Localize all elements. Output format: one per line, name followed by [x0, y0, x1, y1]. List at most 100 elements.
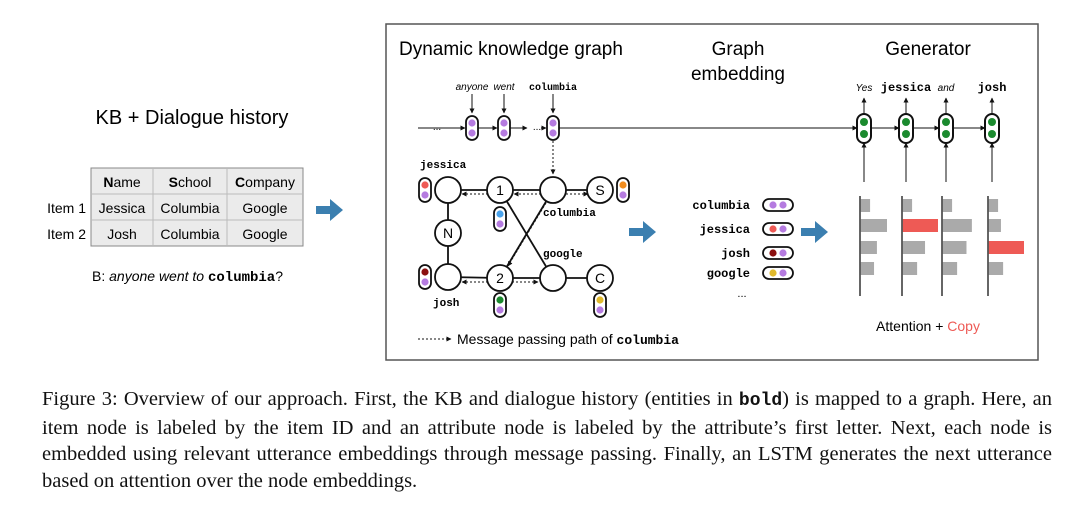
- embedding-dot: [496, 306, 504, 314]
- attention-bar: [860, 219, 887, 232]
- attention-bar: [942, 199, 953, 212]
- input-word: anyone: [456, 82, 489, 93]
- embedding-dot: [496, 220, 504, 228]
- embedding-dot: [769, 269, 777, 277]
- table-cell: Google: [242, 200, 287, 216]
- output-word: josh: [978, 81, 1007, 95]
- embedding-dot: [496, 210, 504, 218]
- embedding-dot: [468, 119, 476, 127]
- attention-bar: [860, 199, 871, 212]
- embedding-label: josh: [721, 247, 750, 261]
- embedding-pill: [762, 222, 794, 236]
- graph-node: [539, 176, 567, 204]
- embedding-label: google: [707, 267, 750, 281]
- utterance: B: anyone went to columbia?: [92, 268, 283, 286]
- label-jessica: jessica: [420, 160, 467, 172]
- embedding-label: columbia: [692, 199, 750, 213]
- attention-bar: [988, 262, 1004, 275]
- table-cell: Columbia: [160, 226, 219, 242]
- legend-text: Message passing path of columbia: [457, 331, 679, 348]
- embedding-dot: [779, 249, 787, 257]
- embedding-dot: [421, 191, 429, 199]
- embedding-dot: [549, 119, 557, 127]
- embedding-dot: [769, 201, 777, 209]
- embedding-label: jessica: [700, 223, 750, 237]
- graph-node: [434, 176, 462, 204]
- input-word: columbia: [529, 82, 577, 94]
- decoder-dot: [942, 118, 950, 126]
- label-josh: josh: [433, 298, 459, 310]
- ellipsis: ...: [533, 122, 541, 133]
- table-cell: Google: [242, 226, 287, 242]
- attention-bar: [942, 262, 958, 275]
- embedding-pill: [762, 266, 794, 280]
- embedding-dot: [496, 296, 504, 304]
- embedding-dot: [596, 296, 604, 304]
- attention-bar: [988, 199, 999, 212]
- embedding-dot: [769, 249, 777, 257]
- embedding-dot: [549, 129, 557, 137]
- title-embedding-2: embedding: [691, 64, 785, 85]
- blue-arrow-icon: [316, 199, 343, 221]
- output-word: Yes: [856, 83, 873, 94]
- row-label: Item 1: [47, 200, 86, 216]
- input-word: went: [493, 82, 515, 93]
- node-company: C: [595, 270, 605, 286]
- attention-bar: [902, 262, 918, 275]
- embedding-dot: [619, 181, 627, 189]
- kb-title: KB + Dialogue history: [96, 107, 289, 129]
- embedding-dot: [596, 306, 604, 314]
- decoder-dot: [942, 130, 950, 138]
- table-header: Company: [235, 174, 295, 190]
- embedding-dot: [779, 225, 787, 233]
- node-item-2: 2: [496, 270, 504, 286]
- attention-bar: [860, 262, 875, 275]
- embedding-dot: [421, 181, 429, 189]
- table-cell: Columbia: [160, 200, 219, 216]
- attention-bar: [942, 219, 972, 232]
- copy-bar: [902, 219, 938, 232]
- embedding-dot: [500, 119, 508, 127]
- blue-arrow-icon: [801, 221, 828, 243]
- node-name: N: [443, 225, 453, 241]
- attention-copy-label: Attention + Copy: [876, 318, 980, 334]
- output-word: and: [938, 83, 955, 94]
- attention-bar: [902, 199, 913, 212]
- graph-node: [539, 264, 567, 292]
- table-cell: Jessica: [99, 200, 146, 216]
- embedding-pill: [762, 246, 794, 260]
- blue-arrow-icon: [629, 221, 656, 243]
- table-header: School: [169, 174, 212, 190]
- attention-bar: [988, 219, 1001, 232]
- table-header: Name: [103, 174, 141, 190]
- attention-bar: [860, 241, 877, 254]
- title-graph: Dynamic knowledge graph: [399, 39, 623, 60]
- kb-table: Name School Company Item 1 Jessica Columbia Go…: [47, 167, 304, 247]
- output-word: jessica: [881, 81, 931, 95]
- decoder-dot: [988, 130, 996, 138]
- attention-bar: [902, 241, 926, 254]
- embedding-dot: [769, 225, 777, 233]
- node-item-1: 1: [496, 182, 504, 198]
- title-generator: Generator: [885, 39, 971, 60]
- title-embedding-1: Graph: [712, 39, 765, 60]
- graph-node: [434, 263, 462, 291]
- figure-caption: Figure 3: Overview of our approach. Firs…: [42, 388, 1052, 492]
- decoder-dot: [988, 118, 996, 126]
- decoder-dot: [902, 118, 910, 126]
- copy-bar: [988, 241, 1024, 254]
- node-school: S: [595, 182, 604, 198]
- embedding-dot: [468, 129, 476, 137]
- embedding-dot: [619, 191, 627, 199]
- decoder-dot: [902, 130, 910, 138]
- embedding-ellipsis: ...: [737, 288, 746, 300]
- table-cell: Josh: [107, 226, 137, 242]
- embedding-dot: [779, 201, 787, 209]
- embedding-dot: [500, 129, 508, 137]
- embedding-dot: [421, 278, 429, 286]
- embedding-dot: [421, 268, 429, 276]
- attention-bar: [942, 241, 967, 254]
- row-label: Item 2: [47, 226, 86, 242]
- embedding-dot: [779, 269, 787, 277]
- decoder-dot: [860, 130, 868, 138]
